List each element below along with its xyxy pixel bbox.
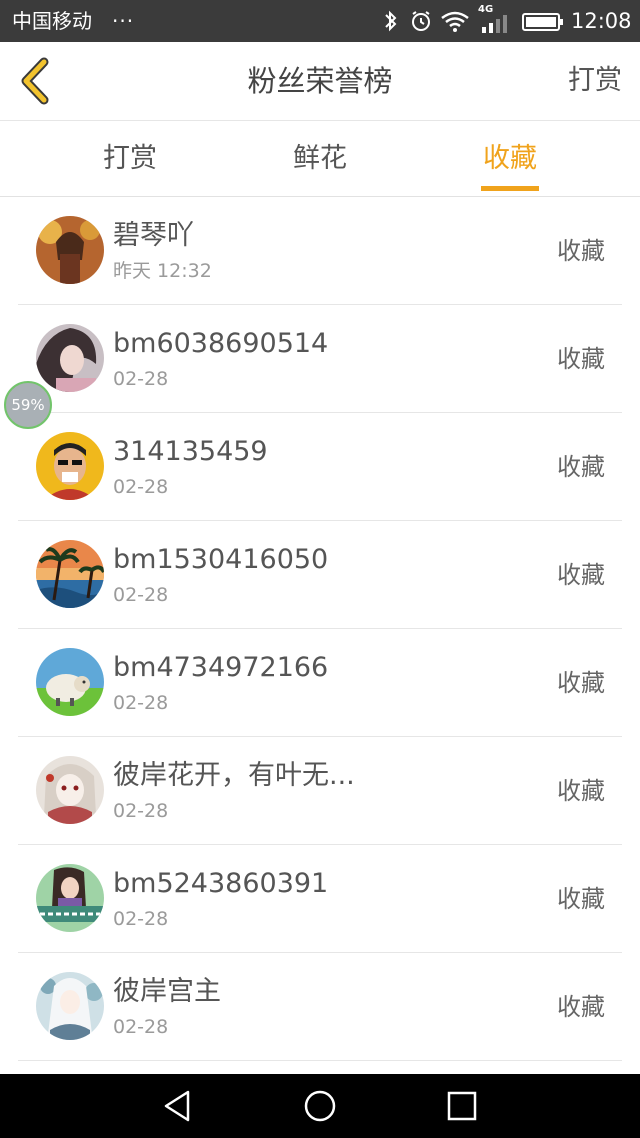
fan-date: 02-28 — [113, 800, 169, 822]
avatar — [36, 756, 104, 824]
active-tab-indicator — [481, 186, 539, 191]
fan-date: 昨天 12:32 — [113, 260, 212, 282]
fan-name: bm5243860391 — [113, 868, 329, 899]
square-recents-icon — [447, 1091, 477, 1121]
list-item[interactable]: 碧琴吖 昨天 12:32 收藏 — [0, 197, 640, 305]
fan-name: bm6038690514 — [113, 328, 329, 359]
chevron-left-icon — [21, 57, 49, 105]
nav-recents-button[interactable] — [444, 1088, 480, 1124]
avatar — [36, 324, 104, 392]
avatar — [36, 216, 104, 284]
list-item[interactable]: 彼岸宫主 02-28 收藏 — [0, 953, 640, 1061]
list-item[interactable]: 彼岸花开，有叶无... 02-28 收藏 — [0, 737, 640, 845]
tab-favorites[interactable]: 收藏 — [470, 121, 550, 196]
carrier-name: 中国移动 — [12, 9, 92, 33]
favorite-label: 收藏 — [557, 453, 605, 481]
clock: 12:08 — [571, 9, 632, 33]
favorite-label: 收藏 — [557, 237, 605, 265]
favorite-label: 收藏 — [557, 345, 605, 373]
favorite-label: 收藏 — [557, 561, 605, 589]
list-item[interactable]: bm6038690514 02-28 收藏 — [0, 305, 640, 413]
reward-button[interactable]: 打赏 — [568, 42, 622, 120]
fan-name: 314135459 — [113, 436, 268, 467]
avatar — [36, 648, 104, 716]
fan-date: 02-28 — [113, 584, 169, 606]
favorite-label: 收藏 — [557, 777, 605, 805]
tab-flowers[interactable]: 鲜花 — [280, 121, 360, 196]
avatar — [36, 540, 104, 608]
fan-name: 碧琴吖 — [113, 220, 194, 251]
list-item[interactable]: bm4734972166 02-28 收藏 — [0, 629, 640, 737]
circle-home-icon — [304, 1090, 336, 1122]
alarm-icon — [409, 9, 433, 37]
divider — [18, 1060, 622, 1061]
nav-home-button[interactable] — [302, 1088, 338, 1124]
fan-date: 02-28 — [113, 476, 169, 498]
favorite-label: 收藏 — [557, 993, 605, 1021]
avatar — [36, 432, 104, 500]
fan-date: 02-28 — [113, 908, 169, 930]
favorite-label: 收藏 — [557, 885, 605, 913]
list-item[interactable]: bm5243860391 02-28 收藏 — [0, 845, 640, 953]
nav-back-button[interactable] — [160, 1088, 196, 1124]
fan-name: bm4734972166 — [113, 652, 329, 683]
back-button[interactable] — [14, 57, 54, 105]
wifi-icon — [440, 9, 470, 37]
avatar — [36, 864, 104, 932]
fan-name: bm1530416050 — [113, 544, 329, 575]
title-bar: 粉丝荣誉榜 打赏 — [0, 42, 640, 121]
list-item[interactable]: bm1530416050 02-28 收藏 — [0, 521, 640, 629]
status-bar: 中国移动 ··· 4G 12:08 — [0, 0, 640, 42]
bluetooth-icon — [383, 9, 399, 37]
floating-progress-badge[interactable]: 59% — [4, 381, 52, 429]
fan-date: 02-28 — [113, 692, 169, 714]
battery-icon — [522, 12, 564, 36]
fan-name: 彼岸宫主 — [113, 976, 221, 1007]
list-item[interactable]: 314135459 02-28 收藏 — [0, 413, 640, 521]
fan-date: 02-28 — [113, 368, 169, 390]
notification-dots: ··· — [112, 9, 135, 33]
tab-bar: 打赏 鲜花 收藏 — [0, 121, 640, 197]
fan-name: 彼岸花开，有叶无... — [113, 760, 355, 791]
signal-icon — [480, 13, 508, 37]
favorite-label: 收藏 — [557, 669, 605, 697]
triangle-back-icon — [164, 1090, 190, 1122]
fan-date: 02-28 — [113, 1016, 169, 1038]
fan-list: 碧琴吖 昨天 12:32 收藏 bm6038690514 02-28 收藏 31… — [0, 197, 640, 1061]
tab-reward[interactable]: 打赏 — [90, 121, 170, 196]
navigation-bar — [0, 1074, 640, 1138]
page-title: 粉丝荣誉榜 — [247, 64, 393, 98]
avatar — [36, 972, 104, 1040]
